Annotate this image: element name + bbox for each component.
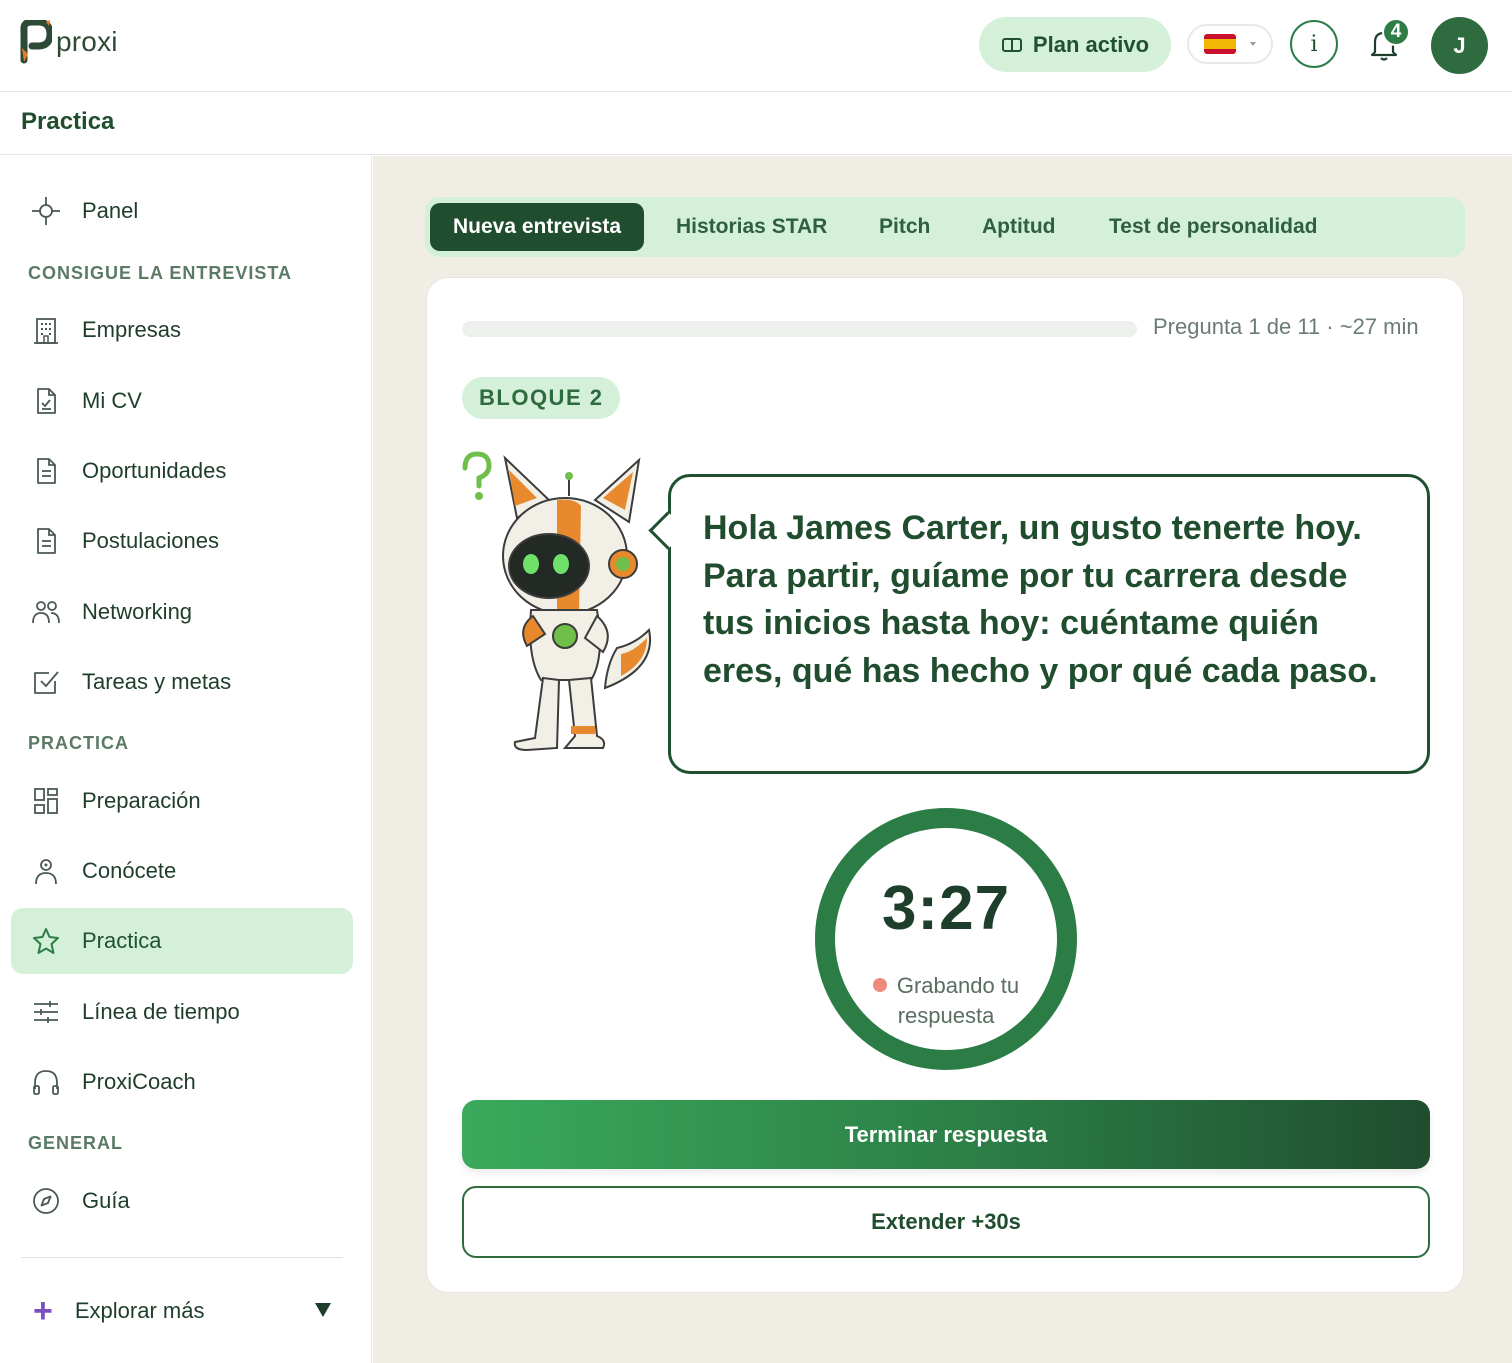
logo[interactable]: proxi <box>20 20 118 64</box>
notification-badge: 4 <box>1382 18 1410 46</box>
section-title-practice: PRACTICA <box>28 733 129 753</box>
fox-robot-mascot-icon <box>462 451 651 752</box>
recording-dot-icon <box>872 978 887 992</box>
star-icon <box>31 926 61 956</box>
book-icon <box>1001 37 1022 52</box>
section-title-general: GENERAL <box>28 1133 124 1153</box>
grid-icon <box>31 786 61 816</box>
sidebar-item-label: Networking <box>82 599 193 624</box>
sidebar-item-preparacion[interactable]: Preparación <box>11 768 353 834</box>
app-name: proxi <box>56 26 118 57</box>
extend-time-button[interactable]: Extender +30s <box>462 1186 1430 1258</box>
sidebar-item-label: Oportunidades <box>82 458 227 483</box>
plan-active-button[interactable]: Plan activo <box>979 17 1171 72</box>
section-title-get-interview: CONSIGUE LA ENTREVISTA <box>28 263 293 283</box>
sidebar-divider <box>21 1257 343 1258</box>
document-icon <box>31 456 61 486</box>
question-bubble: Hola James Carter, un gusto tenerte hoy.… <box>668 474 1430 774</box>
recording-status-text: Grabando tu respuesta <box>896 973 1020 1028</box>
sidebar: Panel CONSIGUE LA ENTREVISTA Empresas Mi… <box>0 156 372 1363</box>
caret-down-icon <box>315 1303 331 1317</box>
sidebar-item-label: Guía <box>82 1188 130 1213</box>
checkbox-icon <box>31 667 61 697</box>
sidebar-item-label: Tareas y metas <box>82 669 232 694</box>
sidebar-item-label: Preparación <box>82 788 201 813</box>
page-header: Practica <box>0 93 1512 155</box>
tab-pitch[interactable]: Pitch <box>879 203 930 251</box>
document-icon <box>31 526 61 556</box>
sidebar-item-networking[interactable]: Networking <box>11 579 353 645</box>
user-icon <box>31 856 61 886</box>
building-icon <box>31 315 61 345</box>
sidebar-item-empresas[interactable]: Empresas <box>11 297 353 363</box>
sidebar-item-label: Practica <box>82 928 162 953</box>
progress-bar <box>462 321 1137 337</box>
compass-icon <box>31 1186 61 1216</box>
sidebar-item-label: Empresas <box>82 317 182 342</box>
sidebar-item-practica[interactable]: Practica <box>11 908 353 974</box>
sidebar-item-linea-tiempo[interactable]: Línea de tiempo <box>11 979 353 1045</box>
crosshair-icon <box>31 196 61 226</box>
sidebar-item-label: Mi CV <box>82 388 142 413</box>
language-selector[interactable] <box>1187 24 1273 64</box>
sidebar-item-mi-cv[interactable]: Mi CV <box>11 368 353 434</box>
tab-historias-star[interactable]: Historias STAR <box>676 203 827 251</box>
info-button[interactable]: i <box>1290 20 1338 68</box>
progress-text: Pregunta 1 de 11 · ~27 min <box>1153 314 1419 339</box>
users-icon <box>31 597 61 627</box>
tab-aptitud[interactable]: Aptitud <box>982 203 1055 251</box>
plus-icon: + <box>33 1292 53 1330</box>
sidebar-item-label: Postulaciones <box>82 528 219 553</box>
sidebar-item-conocete[interactable]: Conócete <box>11 838 353 904</box>
plan-label: Plan activo <box>1032 31 1150 57</box>
countdown-timer: 3:27 Grabando tu respuesta <box>814 807 1078 1071</box>
user-avatar[interactable]: J <box>1431 17 1488 74</box>
main-content: Nueva entrevista Historias STAR Pitch Ap… <box>373 156 1512 1363</box>
sidebar-item-oportunidades[interactable]: Oportunidades <box>11 438 353 504</box>
sidebar-item-panel[interactable]: Panel <box>11 178 353 244</box>
block-badge: BLOQUE 2 <box>462 377 621 419</box>
interview-card: Pregunta 1 de 11 · ~27 min BLOQUE 2 Hola… <box>426 277 1464 1293</box>
spain-flag-icon <box>1204 34 1236 54</box>
info-icon: i <box>1310 31 1318 57</box>
practice-tabs: Nueva entrevista Historias STAR Pitch Ap… <box>425 197 1465 257</box>
page-title: Practica <box>21 108 115 135</box>
chevron-down-icon <box>1250 42 1256 46</box>
explore-label: Explorar más <box>74 1298 205 1323</box>
sidebar-item-tareas[interactable]: Tareas y metas <box>11 649 353 715</box>
explore-more-button[interactable]: + Explorar más <box>11 1278 353 1344</box>
tab-nueva-entrevista[interactable]: Nueva entrevista <box>430 203 645 251</box>
proxi-logo-icon <box>20 20 52 64</box>
sidebar-item-proxicoach[interactable]: ProxiCoach <box>11 1049 353 1115</box>
sidebar-item-label: ProxiCoach <box>82 1069 196 1094</box>
timer-value: 3:27 <box>881 874 1011 943</box>
top-bar: proxi Plan activo i 4 J <box>0 0 1512 92</box>
sidebar-item-label: Panel <box>82 198 139 223</box>
question-text: Hola James Carter, un gusto tenerte hoy.… <box>703 509 1378 690</box>
finish-answer-button[interactable]: Terminar respuesta <box>462 1100 1430 1169</box>
sliders-icon <box>31 997 61 1027</box>
sidebar-item-postulaciones[interactable]: Postulaciones <box>11 508 353 574</box>
document-check-icon <box>31 386 61 416</box>
tab-test-personalidad[interactable]: Test de personalidad <box>1109 203 1318 251</box>
sidebar-item-label: Conócete <box>82 858 177 883</box>
sidebar-item-label: Línea de tiempo <box>82 999 240 1024</box>
headphones-icon <box>31 1067 61 1097</box>
recording-status: Grabando tu respuesta <box>854 971 1038 1031</box>
sidebar-item-guia[interactable]: Guía <box>11 1168 353 1234</box>
